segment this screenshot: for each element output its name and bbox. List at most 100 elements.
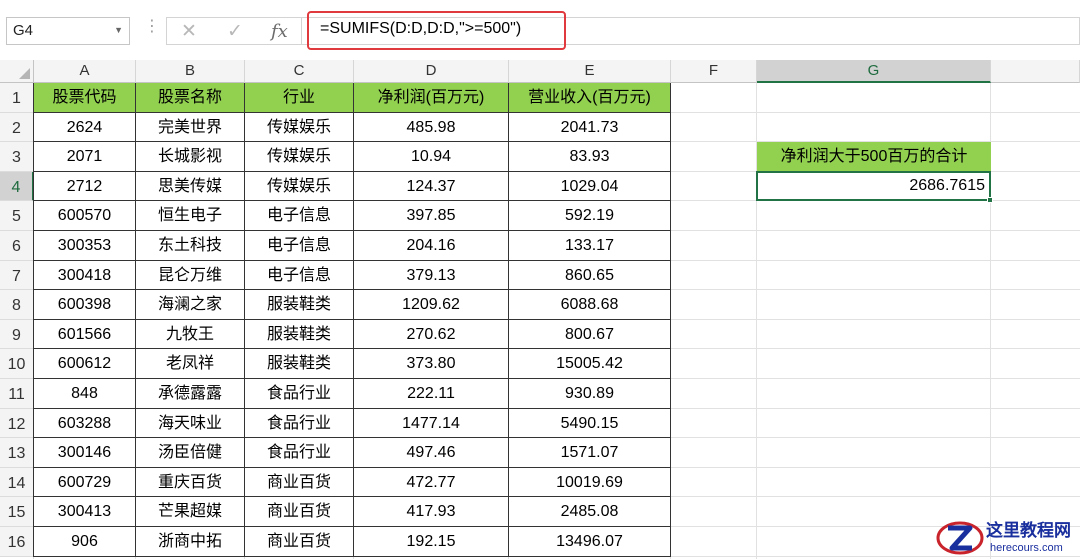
table-cell[interactable]: 192.15 (354, 527, 509, 557)
column-header-g[interactable]: G (757, 60, 991, 83)
table-cell[interactable]: 600729 (34, 467, 136, 498)
table-cell[interactable]: 商业百货 (245, 497, 354, 527)
column-header-e[interactable]: E (509, 60, 671, 83)
table-cell[interactable]: 603288 (34, 408, 136, 439)
table-cell[interactable]: 601566 (34, 319, 136, 350)
row-header-8[interactable]: 8 (0, 290, 34, 320)
table-cell[interactable]: 服装鞋类 (245, 349, 354, 379)
table-cell[interactable]: 2624 (34, 112, 136, 143)
table-cell[interactable]: 13496.07 (509, 527, 671, 557)
table-cell[interactable]: 昆仑万维 (136, 260, 245, 291)
table-cell[interactable]: 485.98 (354, 112, 509, 143)
table-cell[interactable]: 906 (34, 527, 136, 557)
column-header-f[interactable]: F (671, 60, 757, 83)
table-cell[interactable]: 恒生电子 (136, 201, 245, 231)
table-cell[interactable]: 电子信息 (245, 231, 354, 261)
table-cell[interactable]: 600612 (34, 349, 136, 379)
row-header-7[interactable]: 7 (0, 260, 34, 291)
row-header-4[interactable]: 4 (0, 171, 34, 202)
checkmark-icon[interactable]: ✓ (227, 20, 243, 43)
table-cell[interactable]: 2485.08 (509, 497, 671, 527)
table-cell[interactable]: 电子信息 (245, 260, 354, 291)
table-cell[interactable]: 服装鞋类 (245, 290, 354, 320)
table-cell[interactable]: 海澜之家 (136, 290, 245, 320)
table-cell[interactable]: 2071 (34, 142, 136, 172)
name-box[interactable]: G4 ▼ (6, 17, 130, 45)
select-all-corner[interactable] (0, 60, 34, 83)
table-cell[interactable]: 商业百货 (245, 527, 354, 557)
table-cell[interactable]: 食品行业 (245, 408, 354, 439)
table-cell[interactable]: 服装鞋类 (245, 319, 354, 350)
table-cell[interactable]: 10019.69 (509, 467, 671, 498)
table-cell[interactable]: 商业百货 (245, 467, 354, 498)
row-header-9[interactable]: 9 (0, 319, 34, 350)
table-cell[interactable]: 800.67 (509, 319, 671, 350)
column-header-a[interactable]: A (34, 60, 136, 83)
table-cell[interactable]: 300353 (34, 231, 136, 261)
table-cell[interactable]: 848 (34, 379, 136, 409)
table-cell[interactable]: 食品行业 (245, 438, 354, 468)
table-cell[interactable]: 6088.68 (509, 290, 671, 320)
row-header-16[interactable]: 16 (0, 527, 34, 557)
row-header-13[interactable]: 13 (0, 438, 34, 468)
table-cell[interactable]: 300418 (34, 260, 136, 291)
table-cell[interactable]: 222.11 (354, 379, 509, 409)
table-cell[interactable]: 497.46 (354, 438, 509, 468)
column-header-d[interactable]: D (354, 60, 509, 83)
table-cell[interactable]: 472.77 (354, 467, 509, 498)
table-cell[interactable]: 300413 (34, 497, 136, 527)
table-cell[interactable]: 长城影视 (136, 142, 245, 172)
spreadsheet-grid[interactable]: A B C D E F G 1 2 3 4 5 6 7 8 9 10 11 12 13 14 15 16 股票代码 股票名称 行业… (0, 60, 1080, 559)
vertical-dots-icon[interactable]: ⋮ (144, 19, 160, 35)
select-all-triangle-icon[interactable] (19, 68, 30, 79)
table-cell[interactable]: 860.65 (509, 260, 671, 291)
table-cell[interactable]: 浙商中拓 (136, 527, 245, 557)
table-cell[interactable]: 承德露露 (136, 379, 245, 409)
table-cell[interactable]: 2712 (34, 171, 136, 202)
table-cell[interactable]: 电子信息 (245, 201, 354, 231)
row-header-10[interactable]: 10 (0, 349, 34, 379)
table-cell[interactable]: 379.13 (354, 260, 509, 291)
table-cell[interactable]: 270.62 (354, 319, 509, 350)
table-cell[interactable]: 1571.07 (509, 438, 671, 468)
table-cell[interactable]: 1477.14 (354, 408, 509, 439)
table-cell[interactable]: 5490.15 (509, 408, 671, 439)
table-cell[interactable]: 15005.42 (509, 349, 671, 379)
result-label-cell[interactable]: 净利润大于500百万的合计 (757, 142, 991, 172)
table-cell[interactable]: 东土科技 (136, 231, 245, 261)
table-cell[interactable]: 397.85 (354, 201, 509, 231)
row-header-6[interactable]: 6 (0, 231, 34, 261)
table-cell[interactable]: 10.94 (354, 142, 509, 172)
table-cell[interactable]: 417.93 (354, 497, 509, 527)
close-icon[interactable]: ✕ (181, 20, 197, 43)
result-value-cell[interactable]: 2686.7615 (756, 170, 991, 202)
table-cell[interactable]: 海天味业 (136, 408, 245, 439)
table-cell[interactable]: 592.19 (509, 201, 671, 231)
row-header-14[interactable]: 14 (0, 467, 34, 498)
table-cell[interactable]: 133.17 (509, 231, 671, 261)
table-cell[interactable]: 汤臣倍健 (136, 438, 245, 468)
table-cell[interactable]: 204.16 (354, 231, 509, 261)
table-cell[interactable]: 芒果超媒 (136, 497, 245, 527)
chevron-down-icon[interactable]: ▼ (114, 25, 123, 35)
fx-icon[interactable]: fx (271, 21, 288, 42)
table-cell[interactable]: 传媒娱乐 (245, 142, 354, 172)
row-header-11[interactable]: 11 (0, 379, 34, 409)
table-cell[interactable]: 传媒娱乐 (245, 171, 354, 202)
row-header-15[interactable]: 15 (0, 497, 34, 527)
table-cell[interactable]: 2041.73 (509, 112, 671, 143)
table-cell[interactable]: 600398 (34, 290, 136, 320)
table-cell[interactable]: 九牧王 (136, 319, 245, 350)
table-cell[interactable]: 传媒娱乐 (245, 112, 354, 143)
row-header-5[interactable]: 5 (0, 201, 34, 231)
row-header-1[interactable]: 1 (0, 83, 34, 113)
table-cell[interactable]: 重庆百货 (136, 467, 245, 498)
table-cell[interactable]: 373.80 (354, 349, 509, 379)
table-cell[interactable]: 1209.62 (354, 290, 509, 320)
fill-handle[interactable] (987, 197, 993, 204)
row-header-12[interactable]: 12 (0, 408, 34, 439)
table-cell[interactable]: 300146 (34, 438, 136, 468)
table-cell[interactable]: 930.89 (509, 379, 671, 409)
row-header-3[interactable]: 3 (0, 142, 34, 172)
row-header-2[interactable]: 2 (0, 112, 34, 143)
